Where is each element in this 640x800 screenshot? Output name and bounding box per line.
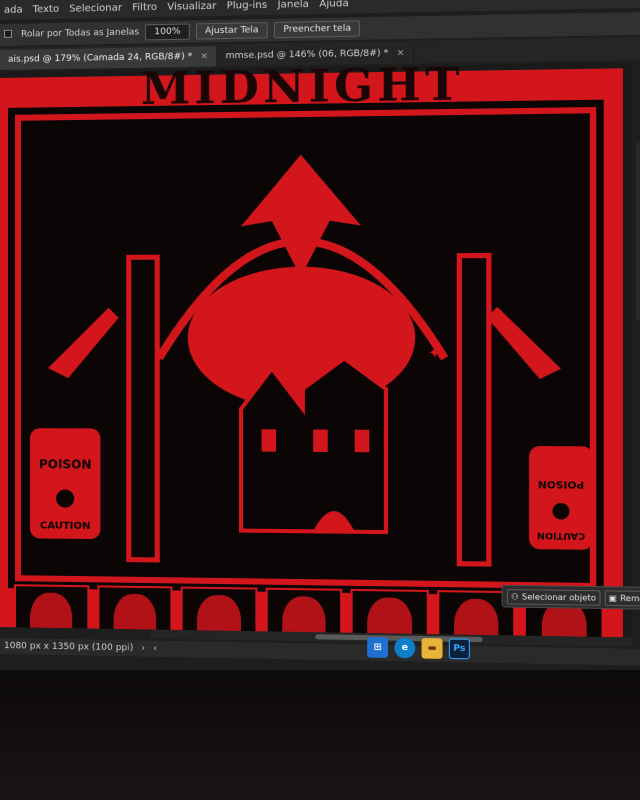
tab-label: mmse.psd @ 146% (06, RGB/8#) * xyxy=(225,48,389,62)
right-column xyxy=(459,256,489,565)
tab-label: ais.psd @ 179% (Camada 24, RGB/8#) * xyxy=(7,51,193,65)
poster-illustration: ✦ ✦ ✦ POISON CAUTION POISON CAUTION xyxy=(8,100,604,597)
menu-item-plugins[interactable]: Plug-ins xyxy=(227,0,268,11)
star-icon: ✦ xyxy=(200,332,215,353)
canvas-area[interactable]: MIDNIGHT MADNESS xyxy=(0,61,632,638)
tab-mmse-psd[interactable]: mmse.psd @ 146% (06, RGB/8#) * × xyxy=(217,42,415,67)
remove-background-button[interactable]: ▣ Remover fundo xyxy=(604,589,640,607)
menu-item-help[interactable]: Ajuda xyxy=(319,0,349,9)
skull-icon xyxy=(56,489,75,508)
menu-item-layer[interactable]: ada xyxy=(4,4,23,15)
checkbox-icon xyxy=(3,29,12,38)
image-icon: ▣ xyxy=(608,592,617,603)
star-icon: ✦ xyxy=(428,343,442,363)
fit-screen-button[interactable]: Ajustar Tela xyxy=(195,22,268,40)
revolver-right-icon xyxy=(486,306,562,380)
windows-taskbar: ⊞ e ▬ Ps xyxy=(367,634,493,663)
status-arrow-right-icon[interactable]: › xyxy=(141,643,145,653)
zoom-level-field[interactable]: 100% xyxy=(145,23,190,41)
portrait-tile xyxy=(350,588,429,638)
select-subject-label: Selecionar objeto xyxy=(521,591,596,603)
close-icon[interactable]: × xyxy=(397,48,405,58)
select-subject-button[interactable]: ⚇ Selecionar objeto xyxy=(506,588,601,606)
menu-item-view[interactable]: Visualizar xyxy=(167,0,216,12)
right-bottle-label-caution: CAUTION xyxy=(537,530,585,541)
left-bottle-label-poison: POISON xyxy=(39,457,92,471)
mansion-window xyxy=(354,429,370,453)
left-column xyxy=(129,257,157,560)
skull-icon xyxy=(552,502,570,520)
left-bottle-label-caution: CAUTION xyxy=(40,520,91,532)
photoshop-window: ada Texto Selecionar Filtro Visualizar P… xyxy=(0,0,640,704)
contextual-task-bar: ⚇ Selecionar objeto ▣ Remover fundo xyxy=(501,584,640,610)
poster-artboard[interactable]: MIDNIGHT MADNESS xyxy=(0,62,623,638)
mansion-window xyxy=(313,429,328,453)
right-panel-toolbar: ▦ ⇅ ⚙ A ¶ ◧ xyxy=(635,142,640,320)
edge-browser-icon[interactable]: e xyxy=(394,637,416,659)
portrait-tile xyxy=(13,584,89,638)
fill-screen-button[interactable]: Preencher tela xyxy=(274,20,361,39)
menu-item-filter[interactable]: Filtro xyxy=(132,1,157,13)
file-explorer-icon[interactable]: ▬ xyxy=(421,638,443,659)
mansion-window xyxy=(261,429,276,452)
remove-background-label: Remover fundo xyxy=(620,593,640,604)
photoshop-taskbar-icon[interactable]: Ps xyxy=(448,638,470,660)
laptop-bezel xyxy=(0,670,640,800)
menu-item-select[interactable]: Selecionar xyxy=(69,2,122,14)
person-icon: ⚇ xyxy=(511,591,519,602)
portrait-tile xyxy=(265,587,343,638)
close-icon[interactable]: × xyxy=(200,51,208,61)
menu-item-window[interactable]: Janela xyxy=(277,0,308,10)
right-bottle-label-poison: POISON xyxy=(538,478,584,490)
windows-start-icon[interactable]: ⊞ xyxy=(367,637,389,658)
revolver-left-icon xyxy=(48,307,119,379)
status-arrow-left-icon[interactable]: ‹ xyxy=(153,644,157,654)
tab-ais-psd[interactable]: ais.psd @ 179% (Camada 24, RGB/8#) * × xyxy=(0,46,218,70)
star-icon: ✦ xyxy=(226,356,238,372)
document-size: 1080 px x 1350 px (100 ppi) xyxy=(3,641,134,654)
menu-item-type[interactable]: Texto xyxy=(33,3,59,15)
scroll-all-windows-label: Rolar por Todas as Janelas xyxy=(20,27,140,40)
crow-icon xyxy=(241,154,361,278)
scroll-all-windows-checkbox[interactable] xyxy=(3,29,15,40)
monitor: ada Texto Selecionar Filtro Visualizar P… xyxy=(0,0,640,800)
